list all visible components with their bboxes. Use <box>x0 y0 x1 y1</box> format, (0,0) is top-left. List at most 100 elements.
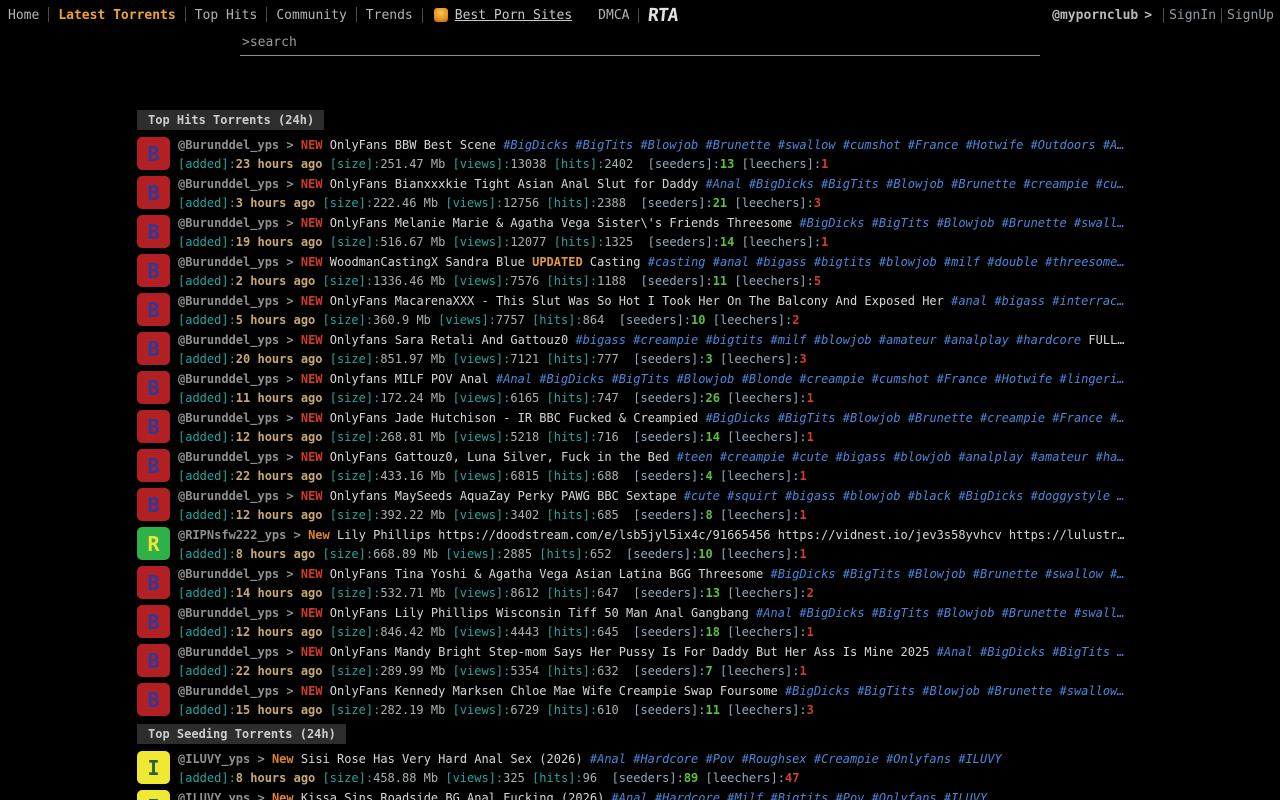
uploader-link[interactable]: @Burunddel_yps <box>178 450 279 464</box>
uploader-avatar[interactable]: B <box>137 176 170 209</box>
tag-links[interactable]: #casting #anal #bigass #bigtits #blowjob… <box>648 255 1125 269</box>
nav-item-top-hits[interactable]: Top Hits <box>195 8 258 23</box>
torrent-title[interactable]: OnlyFans MacarenaXXX - This Slut Was So … <box>330 294 944 308</box>
tag-links[interactable]: #Anal #Hardcore #Pov #Roughsex #Creampie… <box>590 752 1002 766</box>
uploader-avatar[interactable]: B <box>137 566 170 599</box>
uploader-avatar[interactable]: B <box>137 410 170 443</box>
size-value: 458.88 Mb <box>373 771 438 785</box>
avatar-letter: B <box>147 259 159 283</box>
avatar-letter: B <box>147 415 159 439</box>
uploader-link[interactable]: @Burunddel_yps <box>178 216 279 230</box>
tag-links[interactable]: #BigDicks #BigTits #Blowjob #Brunette #s… <box>799 216 1124 230</box>
uploader-avatar[interactable]: B <box>137 644 170 677</box>
signup-link[interactable]: SignUp <box>1227 8 1274 23</box>
nav-item-trends[interactable]: Trends <box>366 8 413 23</box>
tag-links[interactable]: #Anal #BigDicks #BigTits #Blowjob #Blond… <box>496 372 1125 386</box>
nav-divider <box>266 7 267 22</box>
uploader-link[interactable]: @Burunddel_yps <box>178 684 279 698</box>
uploader-avatar[interactable]: B <box>137 605 170 638</box>
torrent-title[interactable]: OnlyFans Gattouz0, Luna Silver, Fuck in … <box>330 450 670 464</box>
nav-item-latest-torrents[interactable]: Latest Torrents <box>58 8 175 23</box>
uploader-link[interactable]: @Burunddel_yps <box>178 606 279 620</box>
torrent-title[interactable]: OnlyFans Lily Phillips Wisconsin Tiff 50… <box>330 606 749 620</box>
uploader-avatar[interactable]: I <box>137 751 170 784</box>
torrent-title[interactable]: Onlyfans Sara Retali And Gattouz0 <box>330 333 568 347</box>
uploader-link[interactable]: @Burunddel_yps <box>178 411 279 425</box>
torrent-title[interactable]: OnlyFans Melanie Marie & Agatha Vega Sis… <box>330 216 792 230</box>
tag-links[interactable]: #Anal #BigDicks #BigTits #Blowjob #Brune… <box>756 606 1124 620</box>
torrent-title[interactable]: Lily Phillips https://doodstream.com/e/l… <box>337 528 1124 542</box>
uploader-avatar[interactable]: B <box>137 371 170 404</box>
torrent-title[interactable]: Sisi Rose Has Very Hard Anal Sex (2026) <box>301 752 583 766</box>
tag-links[interactable]: #Anal #BigDicks #BigTits … <box>937 645 1125 659</box>
uploader-avatar[interactable]: B <box>137 449 170 482</box>
torrent-title[interactable]: Onlyfans MaySeeds AquaZay Perky PAWG BBC… <box>330 489 677 503</box>
arrow-icon: > <box>286 684 293 698</box>
torrent-title[interactable]: OnlyFans Bianxxxkie Tight Asian Anal Slu… <box>330 177 698 191</box>
uploader-avatar[interactable]: B <box>137 293 170 326</box>
uploader-link[interactable]: @ILUVY_yps <box>178 791 250 800</box>
torrent-title[interactable]: OnlyFans Tina Yoshi & Agatha Vega Asian … <box>330 567 763 581</box>
torrent-title[interactable]: WoodmanCastingX Sandra Blue <box>330 255 525 269</box>
dmca-link[interactable]: DMCA <box>598 8 629 23</box>
uploader-link[interactable]: @RIPNsfw222_yps <box>178 528 286 542</box>
torrent-title[interactable]: OnlyFans Jade Hutchison - IR BBC Fucked … <box>330 411 698 425</box>
new-badge: NEW <box>301 372 323 386</box>
tag-links[interactable]: #Anal #Hardcore #Milf #Bigtits #Pov #Onl… <box>612 791 988 800</box>
account-name[interactable]: @mypornclub <box>1052 8 1138 23</box>
uploader-link[interactable]: @ILUVY_yps <box>178 752 250 766</box>
size-value: 532.71 Mb <box>380 586 445 600</box>
new-badge: NEW <box>301 684 323 698</box>
leechers-value: 2 <box>792 313 799 327</box>
uploader-link[interactable]: @Burunddel_yps <box>178 255 279 269</box>
uploader-link[interactable]: @Burunddel_yps <box>178 372 279 386</box>
nav-divider <box>356 7 357 22</box>
tag-links[interactable]: #BigDicks #BigTits #Blowjob #Brunette #s… <box>785 684 1125 698</box>
uploader-avatar[interactable]: B <box>137 215 170 248</box>
uploader-avatar[interactable]: B <box>137 254 170 287</box>
hits-value: 1325 <box>604 235 633 249</box>
avatar-letter: B <box>147 181 159 205</box>
tag-links[interactable]: #teen #creampie #cute #bigass #blowjob #… <box>677 450 1125 464</box>
torrent-title[interactable]: OnlyFans BBW Best Scene <box>330 138 496 152</box>
signin-link[interactable]: SignIn <box>1169 8 1216 23</box>
uploader-link[interactable]: @Burunddel_yps <box>178 645 279 659</box>
tag-links[interactable]: #anal #bigass #interrac… <box>951 294 1124 308</box>
tag-links[interactable]: #BigDicks #BigTits #Blowjob #Brunette #c… <box>705 411 1124 425</box>
arrow-icon: > <box>257 752 264 766</box>
added-value: 11 hours ago <box>236 391 323 405</box>
uploader-link[interactable]: @Burunddel_yps <box>178 489 279 503</box>
torrent-title-post[interactable]: Casting <box>590 255 641 269</box>
uploader-link[interactable]: @Burunddel_yps <box>178 177 279 191</box>
uploader-avatar[interactable]: B <box>137 488 170 521</box>
tag-links[interactable]: #Anal #BigDicks #BigTits #Blowjob #Brune… <box>705 177 1124 191</box>
tag-links[interactable]: #cute #squirt #bigass #blowjob #black #B… <box>684 489 1125 503</box>
uploader-link[interactable]: @Burunddel_yps <box>178 567 279 581</box>
uploader-link[interactable]: @Burunddel_yps <box>178 333 279 347</box>
tag-links[interactable]: #bigass #creampie #bigtits #milf #blowjo… <box>575 333 1081 347</box>
best-porn-sites-link[interactable]: Best Porn Sites <box>455 8 572 23</box>
torrent-title[interactable]: Kissa Sins Roadside BG Anal Fucking (202… <box>301 791 604 800</box>
uploader-link[interactable]: @Burunddel_yps <box>178 138 279 152</box>
nav-item-community[interactable]: Community <box>276 8 346 23</box>
uploader-avatar[interactable]: B <box>137 332 170 365</box>
arrow-icon: > <box>286 450 293 464</box>
nav-item-home[interactable]: Home <box>8 8 39 23</box>
uploader-avatar[interactable]: R <box>137 527 170 560</box>
row-text: @ILUVY_yps > New Kissa Sins Roadside BG … <box>178 789 1150 800</box>
avatar-letter: B <box>147 220 159 244</box>
leechers-label: [leechers]: <box>734 196 813 210</box>
tag-links[interactable]: #BigDicks #BigTits #Blowjob #Brunette #s… <box>503 138 1124 152</box>
torrent-title[interactable]: OnlyFans Kennedy Marksen Chloe Mae Wife … <box>330 684 778 698</box>
uploader-avatar[interactable]: B <box>137 137 170 170</box>
uploader-avatar[interactable]: I <box>137 790 170 800</box>
avatar-letter: B <box>147 376 159 400</box>
uploader-avatar[interactable]: B <box>137 683 170 716</box>
uploader-link[interactable]: @Burunddel_yps <box>178 294 279 308</box>
torrent-title[interactable]: OnlyFans Mandy Bright Step-mom Says Her … <box>330 645 930 659</box>
search-input[interactable] <box>240 33 1040 56</box>
torrent-title[interactable]: Onlyfans MILF POV Anal <box>330 372 489 386</box>
torrent-row: B@Burunddel_yps > NEW OnlyFans Gattouz0,… <box>137 448 1150 487</box>
title-line: @Burunddel_yps > NEW OnlyFans Mandy Brig… <box>178 643 1150 662</box>
tag-links[interactable]: #BigDicks #BigTits #Blowjob #Brunette #s… <box>771 567 1125 581</box>
